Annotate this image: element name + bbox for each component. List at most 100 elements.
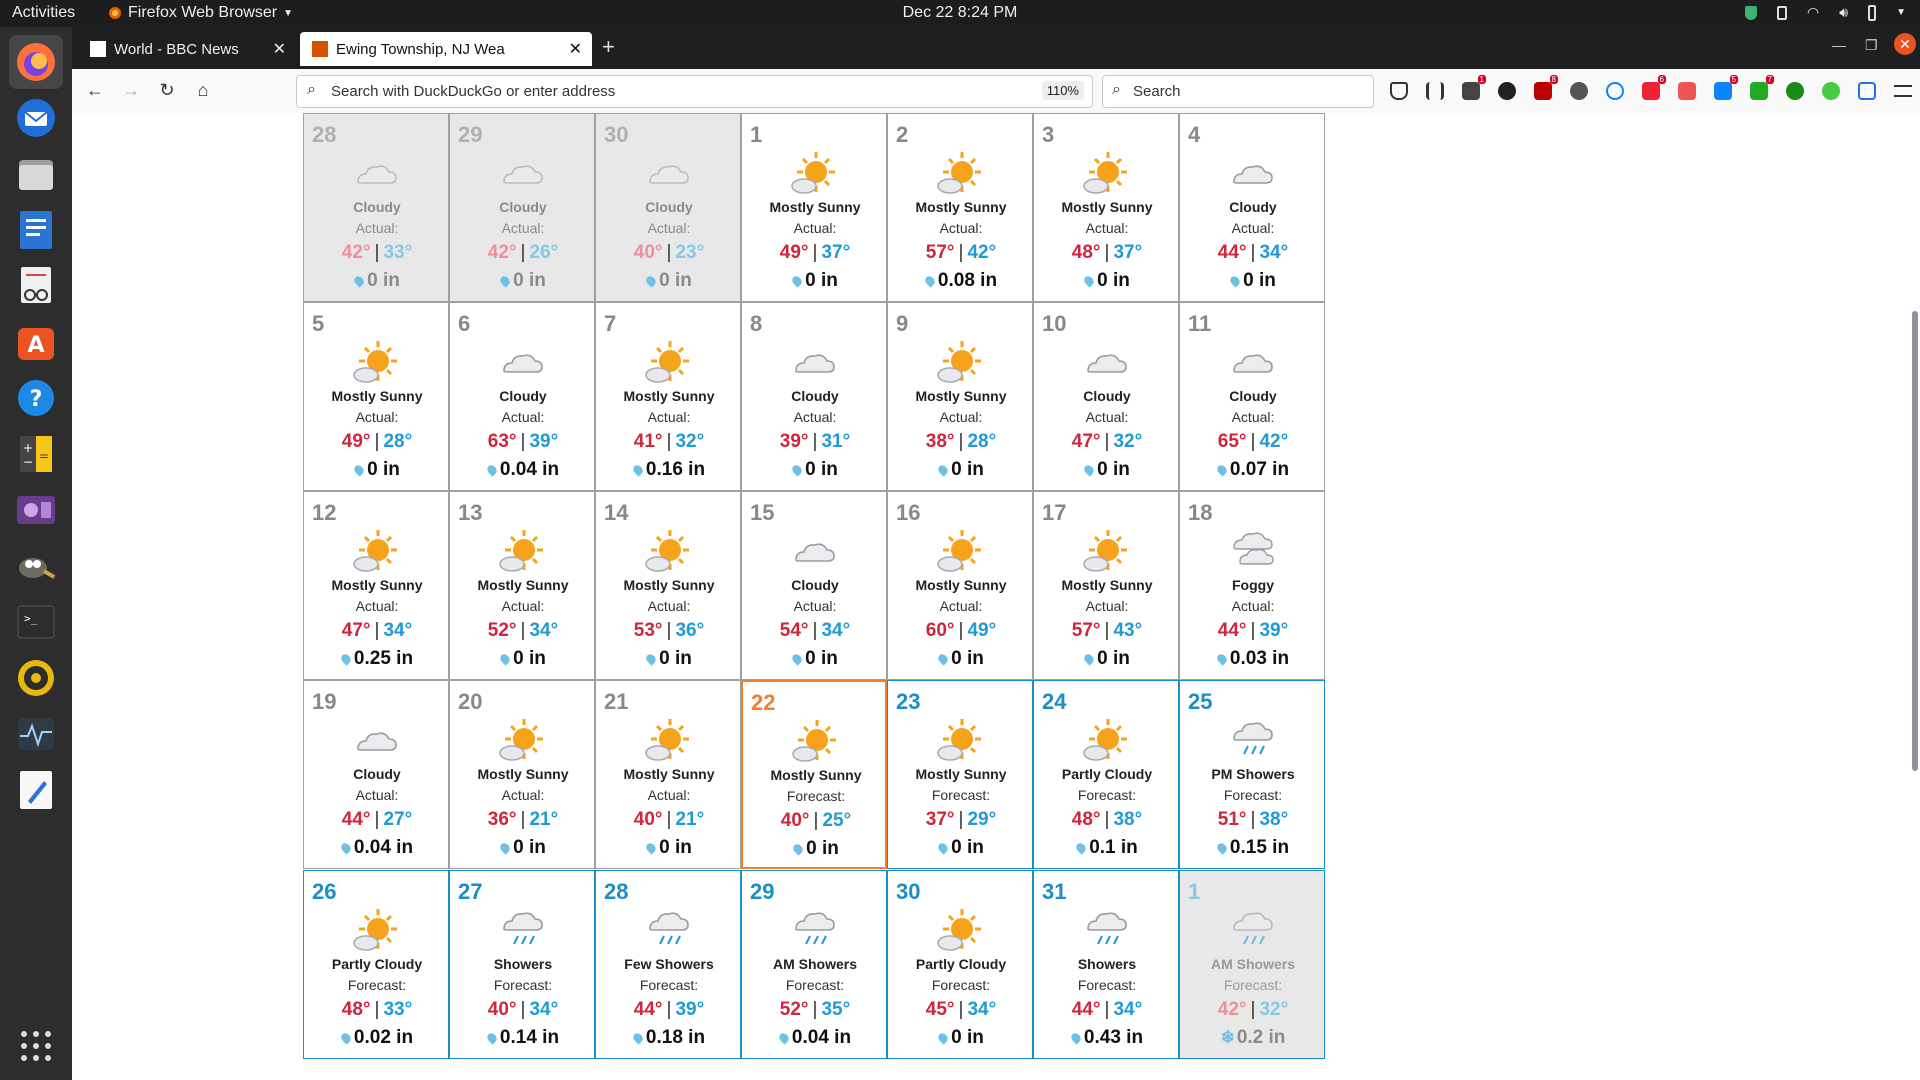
day-cell-8[interactable]: 8 Cloudy Actual: 39° | 31° 0 in: [741, 302, 887, 491]
day-cell-4[interactable]: 4 Cloudy Actual: 44° | 34° 0 in: [1179, 113, 1325, 302]
day-cell-30[interactable]: 30 Partly Cloudy Forecast: 45° | 34° 0 in: [887, 870, 1033, 1059]
dock-thunderbird[interactable]: [9, 91, 63, 145]
forward-icon[interactable]: →: [120, 79, 142, 101]
day-cell-22[interactable]: 22 Mostly Sunny Forecast: 40° | 25° 0 in: [741, 680, 887, 869]
day-cell-5[interactable]: 5 Mostly Sunny Actual: 49° | 28° 0 in: [303, 302, 449, 491]
dock-terminal[interactable]: >_: [9, 595, 63, 649]
activities-button[interactable]: Activities: [12, 4, 75, 22]
minimize-icon[interactable]: —: [1832, 37, 1846, 53]
close-tab-icon[interactable]: ✕: [569, 39, 582, 59]
reload-icon[interactable]: ↻: [156, 79, 178, 101]
pocket-icon[interactable]: [1390, 82, 1408, 100]
extension-icon[interactable]: [1570, 82, 1588, 100]
zoom-level-button[interactable]: 110%: [1041, 81, 1084, 100]
day-cell-26[interactable]: 26 Partly Cloudy Forecast: 48° | 33° 0.02 in: [303, 870, 449, 1059]
dock-software[interactable]: A: [9, 315, 63, 369]
close-tab-icon[interactable]: ✕: [273, 39, 286, 59]
day-cell-30[interactable]: 30 Cloudy Actual: 40° | 23° 0 in: [595, 113, 741, 302]
day-cell-9[interactable]: 9 Mostly Sunny Actual: 38° | 28° 0 in: [887, 302, 1033, 491]
maximize-icon[interactable]: ❐: [1865, 37, 1878, 54]
day-cell-1[interactable]: 1 AM Showers Forecast: 42° | 32° ❄ 0.2 in: [1179, 870, 1325, 1059]
dock-gimp[interactable]: [9, 539, 63, 593]
tab-weather[interactable]: Ewing Township, NJ Wea ✕: [300, 32, 592, 66]
temp-separator: |: [666, 431, 672, 452]
dock-document-viewer[interactable]: [9, 259, 63, 313]
extension-icon[interactable]: [1678, 82, 1696, 100]
extension-icon[interactable]: 7: [1750, 75, 1774, 100]
show-applications-button[interactable]: [9, 1019, 63, 1073]
day-cell-28[interactable]: 28 Cloudy Actual: 42° | 33° 0 in: [303, 113, 449, 302]
dock-video[interactable]: [9, 483, 63, 537]
day-cell-11[interactable]: 11 Cloudy Actual: 65° | 42° 0.07 in: [1179, 302, 1325, 491]
day-cell-15[interactable]: 15 Cloudy Actual: 54° | 34° 0 in: [741, 491, 887, 680]
clock[interactable]: Dec 22 8:24 PM: [903, 4, 1018, 21]
menu-icon[interactable]: [1894, 85, 1912, 97]
scrollbar[interactable]: [1912, 311, 1918, 771]
dock-writer[interactable]: [9, 203, 63, 257]
extension-icon[interactable]: [1498, 82, 1516, 100]
dock-text-editor[interactable]: [9, 763, 63, 817]
dock-firefox[interactable]: [9, 35, 63, 89]
temp-separator: |: [374, 620, 380, 641]
day-cell-20[interactable]: 20 Mostly Sunny Actual: 36° | 21° 0 in: [449, 680, 595, 869]
day-cell-18[interactable]: 18 Foggy Actual: 44° | 39° 0.03 in: [1179, 491, 1325, 680]
day-cell-27[interactable]: 27 Showers Forecast: 40° | 34° 0.14 in: [449, 870, 595, 1059]
volume-icon[interactable]: 🔊︎: [1839, 4, 1848, 21]
dock-files[interactable]: [9, 147, 63, 201]
shield-icon[interactable]: [1745, 5, 1758, 20]
chevron-down-icon: ▼: [283, 7, 293, 19]
extension-icon[interactable]: 5: [1714, 75, 1738, 100]
app-menu[interactable]: Firefox Web Browser ▼: [108, 4, 293, 22]
day-cell-25[interactable]: 25 PM Showers Forecast: 51° | 38° 0.15 in: [1179, 680, 1325, 869]
extension-icon[interactable]: [1606, 82, 1624, 100]
day-cell-24[interactable]: 24 Partly Cloudy Forecast: 48° | 38° 0.1 in: [1033, 680, 1179, 869]
extension-icon[interactable]: 1: [1462, 75, 1486, 100]
extension-icon[interactable]: [1786, 82, 1804, 100]
tab-bbc-news[interactable]: World - BBC News ✕: [78, 32, 296, 66]
day-cell-29[interactable]: 29 Cloudy Actual: 42° | 26° 0 in: [449, 113, 595, 302]
day-cell-2[interactable]: 2 Mostly Sunny Actual: 57° | 42° 0.08 in: [887, 113, 1033, 302]
day-cell-7[interactable]: 7 Mostly Sunny Actual: 41° | 32° 0.16 in: [595, 302, 741, 491]
day-cell-12[interactable]: 12 Mostly Sunny Actual: 47° | 34° 0.25 in: [303, 491, 449, 680]
dock-system-monitor[interactable]: [9, 707, 63, 761]
day-cell-6[interactable]: 6 Cloudy Actual: 63° | 39° 0.04 in: [449, 302, 595, 491]
day-cell-23[interactable]: 23 Mostly Sunny Forecast: 37° | 29° 0 in: [887, 680, 1033, 869]
day-cell-3[interactable]: 3 Mostly Sunny Actual: 48° | 37° 0 in: [1033, 113, 1179, 302]
folder-icon: [19, 160, 53, 190]
grammarly-icon[interactable]: [1858, 82, 1876, 100]
day-cell-31[interactable]: 31 Showers Forecast: 44° | 34° 0.43 in: [1033, 870, 1179, 1059]
dock-help[interactable]: ?: [9, 371, 63, 425]
forecast-or-actual-label: Actual:: [355, 787, 399, 803]
battery-icon[interactable]: [1868, 4, 1877, 21]
day-cell-17[interactable]: 17 Mostly Sunny Actual: 57° | 43° 0 in: [1033, 491, 1179, 680]
day-cell-28[interactable]: 28 Few Showers Forecast: 44° | 39° 0.18 in: [595, 870, 741, 1059]
day-cell-16[interactable]: 16 Mostly Sunny Actual: 60° | 49° 0 in: [887, 491, 1033, 680]
ublock-icon[interactable]: 8: [1534, 75, 1558, 100]
close-window-icon[interactable]: ✕: [1894, 33, 1916, 55]
dock-calculator[interactable]: + − =: [9, 427, 63, 481]
day-cell-19[interactable]: 19 Cloudy Actual: 44° | 27° 0.04 in: [303, 680, 449, 869]
dock-rhythmbox[interactable]: [9, 651, 63, 705]
day-cell-14[interactable]: 14 Mostly Sunny Actual: 53° | 36° 0 in: [595, 491, 741, 680]
wifi-icon[interactable]: ◠: [1807, 4, 1819, 21]
temperatures: 48° | 38°: [1034, 809, 1180, 831]
power-menu-icon[interactable]: ▼: [1896, 7, 1906, 18]
temperatures: 47° | 34°: [304, 620, 450, 642]
day-cell-1[interactable]: 1 Mostly Sunny Actual: 49° | 37° 0 in: [741, 113, 887, 302]
precipitation: 0.18 in: [596, 1027, 742, 1049]
day-cell-29[interactable]: 29 AM Showers Forecast: 52° | 35° 0.04 in: [741, 870, 887, 1059]
extension-icon[interactable]: [1822, 82, 1840, 100]
library-icon[interactable]: [1426, 82, 1444, 100]
day-number: 29: [750, 879, 775, 904]
day-cell-21[interactable]: 21 Mostly Sunny Actual: 40° | 21° 0 in: [595, 680, 741, 869]
new-tab-button[interactable]: +: [602, 34, 615, 60]
day-cell-10[interactable]: 10 Cloudy Actual: 47° | 32° 0 in: [1033, 302, 1179, 491]
home-icon[interactable]: ⌂: [192, 79, 214, 101]
search-bar[interactable]: ⌕ Search: [1102, 75, 1374, 108]
clipboard-icon[interactable]: [1777, 5, 1788, 20]
address-bar[interactable]: ⌕ Search with DuckDuckGo or enter addres…: [296, 75, 1093, 108]
extension-icon[interactable]: 6: [1642, 75, 1666, 100]
mostly-sunny-icon: [787, 718, 843, 764]
back-icon[interactable]: ←: [84, 79, 106, 101]
day-cell-13[interactable]: 13 Mostly Sunny Actual: 52° | 34° 0 in: [449, 491, 595, 680]
